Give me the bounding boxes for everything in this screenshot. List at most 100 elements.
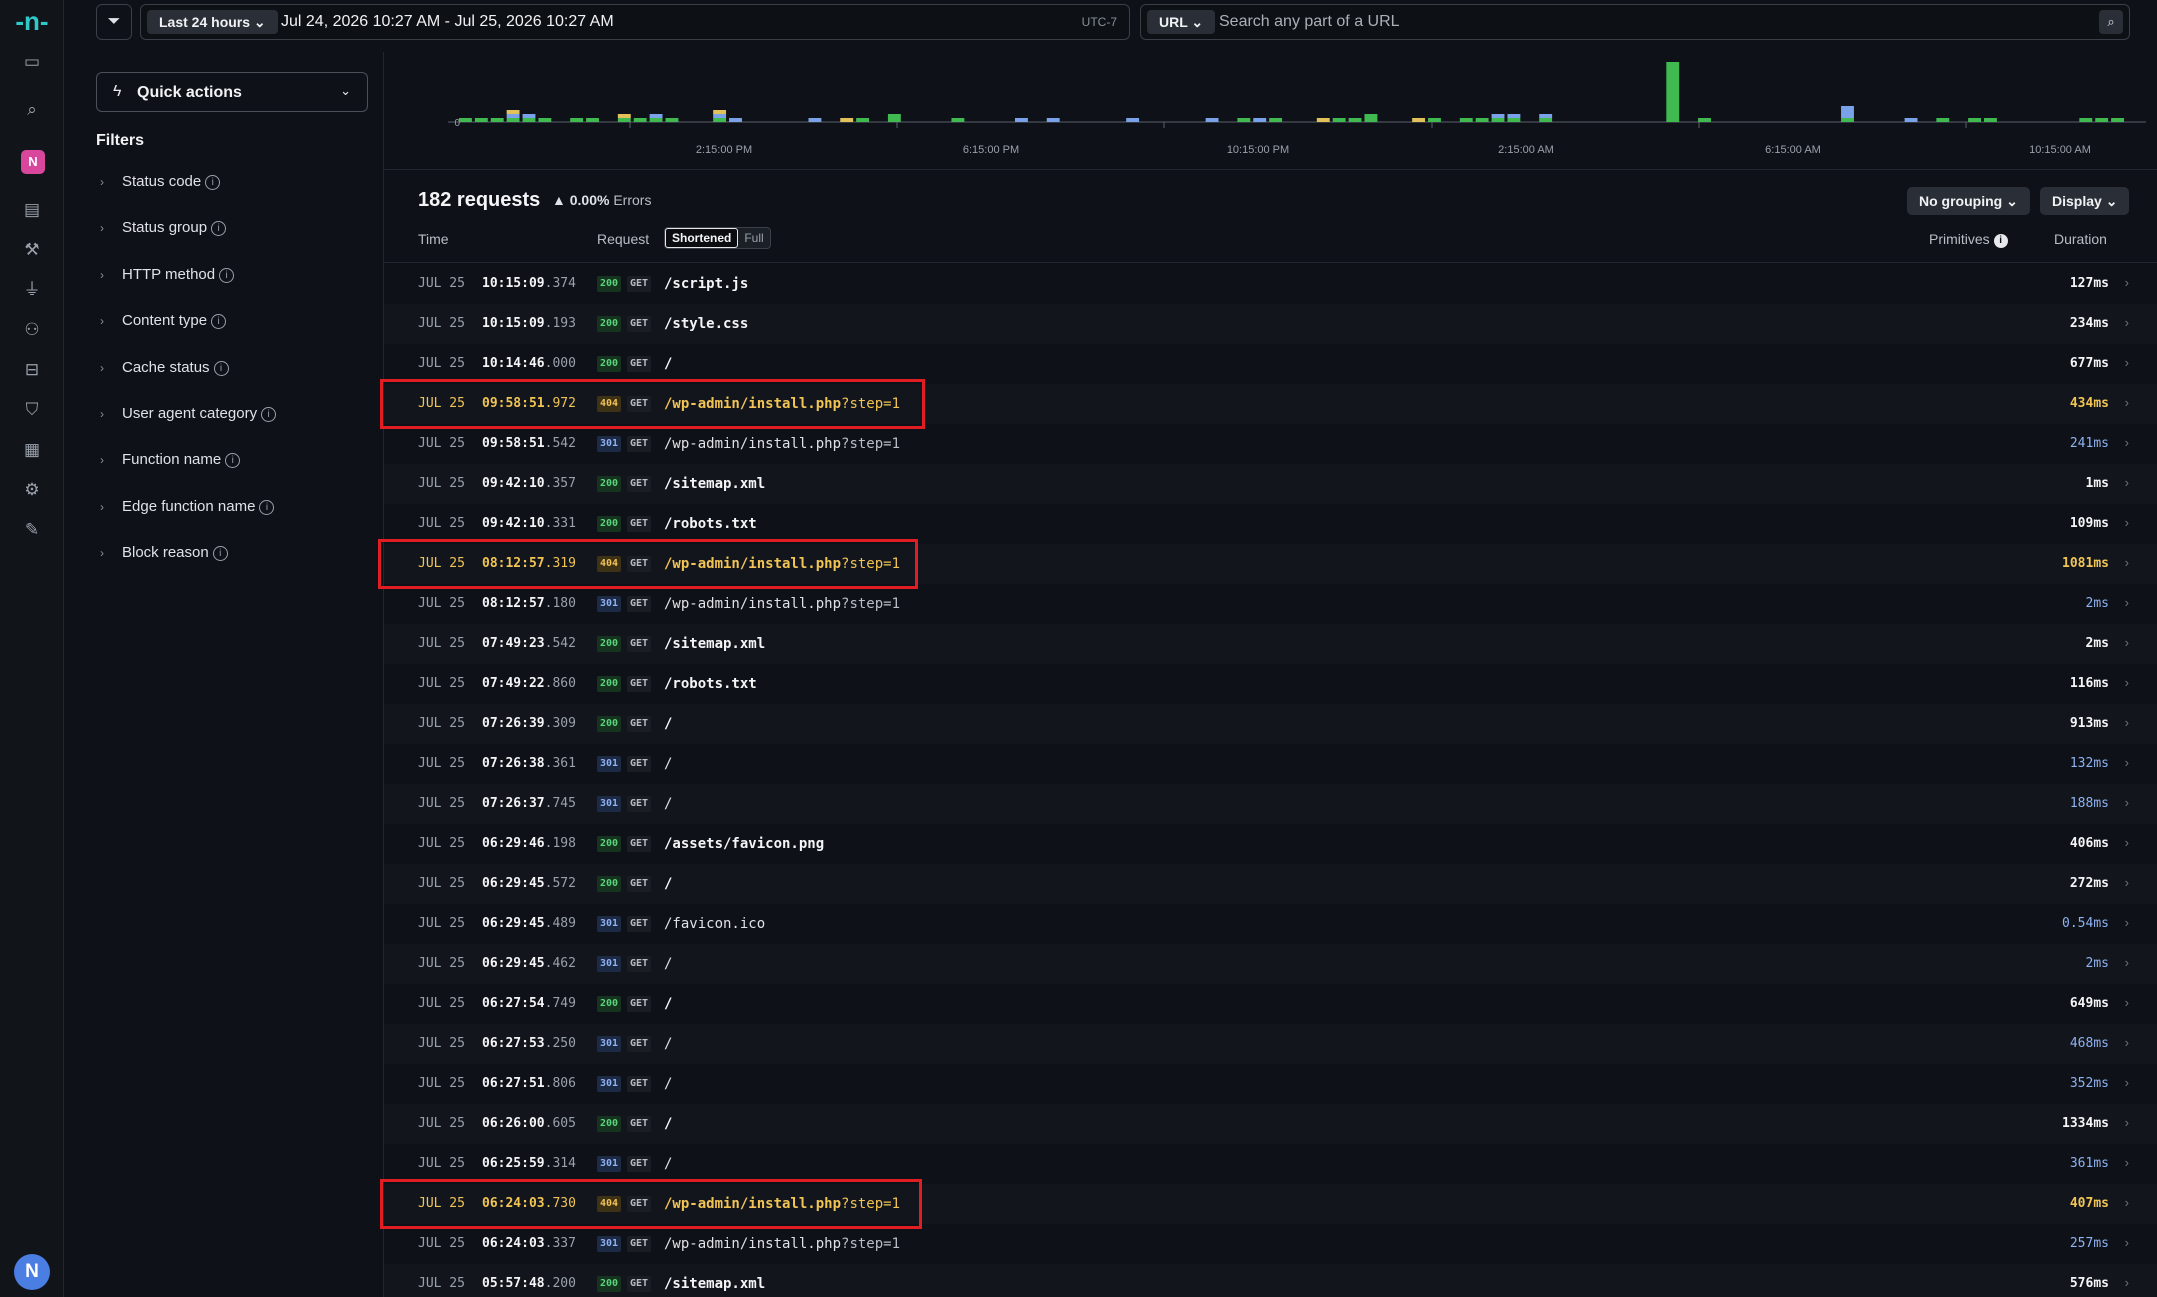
hammer-icon[interactable]: ⚒ <box>20 238 44 262</box>
table-row[interactable]: JUL 25 06:25:59.314 301 GET / 361ms › <box>384 1144 2157 1184</box>
logs-icon[interactable]: ⊟ <box>20 358 44 382</box>
table-row[interactable]: JUL 25 07:49:23.542 200 GET/sitemap.xml 2ms › <box>384 624 2157 664</box>
histogram-bar[interactable] <box>506 114 520 118</box>
histogram-bar[interactable] <box>506 118 520 122</box>
histogram-bar[interactable] <box>1936 118 1950 122</box>
table-row[interactable]: JUL 25 06:29:46.198 200 GET/assets/favicon.… <box>384 824 2157 864</box>
sidebar-toggle-icon[interactable]: ▭ <box>20 50 44 74</box>
histogram-bar[interactable] <box>1841 118 1854 122</box>
histogram-bar[interactable] <box>2079 118 2093 122</box>
histogram-bar[interactable] <box>665 118 679 122</box>
shield-icon[interactable]: ⛉ <box>20 398 44 422</box>
histogram-bar[interactable] <box>856 118 870 122</box>
histogram-bar[interactable] <box>1539 118 1553 122</box>
histogram-bar[interactable] <box>1539 114 1553 118</box>
search-button[interactable]: ⌕ <box>2099 10 2123 34</box>
table-row[interactable]: JUL 25 09:58:51.542 301 GET/wp-admin/instal… <box>384 424 2157 464</box>
table-row[interactable]: JUL 25 09:58:51.972 404 GET/wp-admin/instal… <box>380 379 2157 429</box>
histogram-bar[interactable] <box>1491 118 1505 122</box>
histogram-bar[interactable] <box>1459 118 1473 122</box>
histogram-bar[interactable] <box>522 114 536 118</box>
histogram-bar[interactable] <box>522 118 536 122</box>
histogram-bar[interactable] <box>840 118 854 122</box>
table-row[interactable]: JUL 25 06:29:45.572 200 GET / 272ms › <box>384 864 2157 904</box>
table-row[interactable]: JUL 25 09:42:10.357 200 GET/sitemap.xml 1ms › <box>384 464 2157 504</box>
histogram-bar[interactable] <box>459 118 472 122</box>
histogram-bar[interactable] <box>1253 118 1267 122</box>
filter-item[interactable]: › Edge function name i <box>100 495 275 519</box>
filter-item[interactable]: › Block reason i <box>100 541 228 565</box>
grouping-dropdown[interactable]: No grouping ⌄ <box>1907 187 2030 215</box>
histogram-bar[interactable] <box>1507 114 1521 118</box>
display-dropdown[interactable]: Display ⌄ <box>2040 187 2130 215</box>
histogram-bar[interactable] <box>1841 106 1854 118</box>
histogram-bar[interactable] <box>1046 118 1060 122</box>
table-row[interactable]: JUL 25 05:57:48.200 200 GET/sitemap.xml 576m… <box>384 1264 2157 1297</box>
histogram-bar[interactable] <box>1364 114 1378 122</box>
histogram-bar[interactable] <box>649 118 663 122</box>
histogram-bar[interactable] <box>1428 118 1441 122</box>
histogram-bar[interactable] <box>1332 118 1346 122</box>
histogram-bar[interactable] <box>1237 118 1251 122</box>
table-row[interactable]: JUL 25 06:27:54.749 200 GET / 649ms › <box>384 984 2157 1024</box>
histogram-bar[interactable] <box>586 118 599 122</box>
histogram-bar[interactable] <box>1475 118 1489 122</box>
search-scope-dropdown[interactable]: URL ⌄ <box>1147 10 1216 34</box>
full-toggle[interactable]: Full <box>738 228 769 248</box>
info-icon[interactable]: i <box>261 407 277 422</box>
info-icon[interactable]: i <box>212 546 228 562</box>
histogram-bar[interactable] <box>490 118 504 122</box>
filter-item[interactable]: › User agent category i <box>100 402 277 426</box>
table-row[interactable]: JUL 25 06:26:00.605 200 GET / 1334ms › <box>384 1104 2157 1144</box>
table-row[interactable]: JUL 25 06:29:45.489 301 GET/favicon.ico 0.54… <box>384 904 2157 944</box>
users-icon[interactable]: ⚇ <box>20 318 44 342</box>
time-range-picker[interactable]: Last 24 hours ⌄ Jul 24, 2026 10:27 AM - … <box>140 4 1130 40</box>
gear-icon[interactable]: ⚙ <box>20 478 44 502</box>
histogram-bar[interactable] <box>649 114 663 118</box>
shortened-toggle[interactable]: Shortened <box>665 228 739 248</box>
histogram-bar[interactable] <box>1666 62 1680 122</box>
info-icon[interactable]: i <box>211 221 227 237</box>
table-row[interactable]: JUL 25 07:26:39.309 200 GET / 913ms › <box>384 704 2157 744</box>
table-row[interactable]: JUL 25 08:12:57.319 404 GET/wp-admin/instal… <box>378 539 2157 589</box>
histogram-bar[interactable] <box>474 118 488 122</box>
info-icon[interactable]: i <box>225 453 241 469</box>
filter-item[interactable]: › HTTP method i <box>100 263 235 287</box>
histogram-bar[interactable] <box>1316 118 1330 122</box>
time-range-preset-dropdown[interactable]: Last 24 hours ⌄ <box>147 10 278 34</box>
histogram-bar[interactable] <box>713 114 727 118</box>
histogram-bar[interactable] <box>2095 118 2109 122</box>
histogram-bar[interactable] <box>538 118 552 122</box>
info-icon[interactable]: i <box>205 175 221 190</box>
histogram-bar[interactable] <box>1015 118 1028 122</box>
histogram-bar[interactable] <box>1968 118 1982 122</box>
histogram-bar[interactable] <box>1507 118 1521 122</box>
table-row[interactable]: JUL 25 09:42:10.331 200 GET/robots.txt 109ms… <box>384 504 2157 544</box>
histogram-bar[interactable] <box>570 118 584 122</box>
table-row[interactable]: JUL 25 07:26:37.745 301 GET / 188ms › <box>384 784 2157 824</box>
histogram-bar[interactable] <box>617 118 631 122</box>
info-icon[interactable]: i <box>1993 234 2008 248</box>
filter-item[interactable]: › Status group i <box>100 216 227 240</box>
histogram-bar[interactable] <box>887 114 901 122</box>
table-row[interactable]: JUL 25 06:27:53.250 301 GET / 468ms › <box>384 1024 2157 1064</box>
histogram-bar[interactable] <box>1984 118 1997 122</box>
filter-item[interactable]: › Status code i <box>100 170 221 194</box>
pen-icon[interactable]: ✎ <box>20 518 44 542</box>
filter-item[interactable]: › Function name i <box>100 448 241 472</box>
app-logo-icon[interactable]: -n- <box>14 4 50 40</box>
histogram-bar[interactable] <box>633 118 647 122</box>
info-icon[interactable]: i <box>219 267 235 283</box>
histogram-bar[interactable] <box>713 118 727 122</box>
histogram-bar[interactable] <box>808 118 822 122</box>
avatar[interactable]: N <box>14 1254 50 1290</box>
histogram-bar[interactable] <box>1698 118 1711 122</box>
url-search-input[interactable] <box>1219 11 2019 33</box>
team-badge[interactable]: N <box>21 150 45 174</box>
info-icon[interactable]: i <box>213 360 229 376</box>
histogram-bar[interactable] <box>1904 118 1918 122</box>
table-row[interactable]: JUL 25 10:15:09.374 200 GET/script.js 127ms › <box>384 264 2157 304</box>
table-row[interactable]: JUL 25 06:29:45.462 301 GET / 2ms › <box>384 944 2157 984</box>
quick-actions-dropdown[interactable]: ϟ Quick actions ⌄ <box>96 72 368 112</box>
table-row[interactable]: JUL 25 07:26:38.361 301 GET / 132ms › <box>384 744 2157 784</box>
